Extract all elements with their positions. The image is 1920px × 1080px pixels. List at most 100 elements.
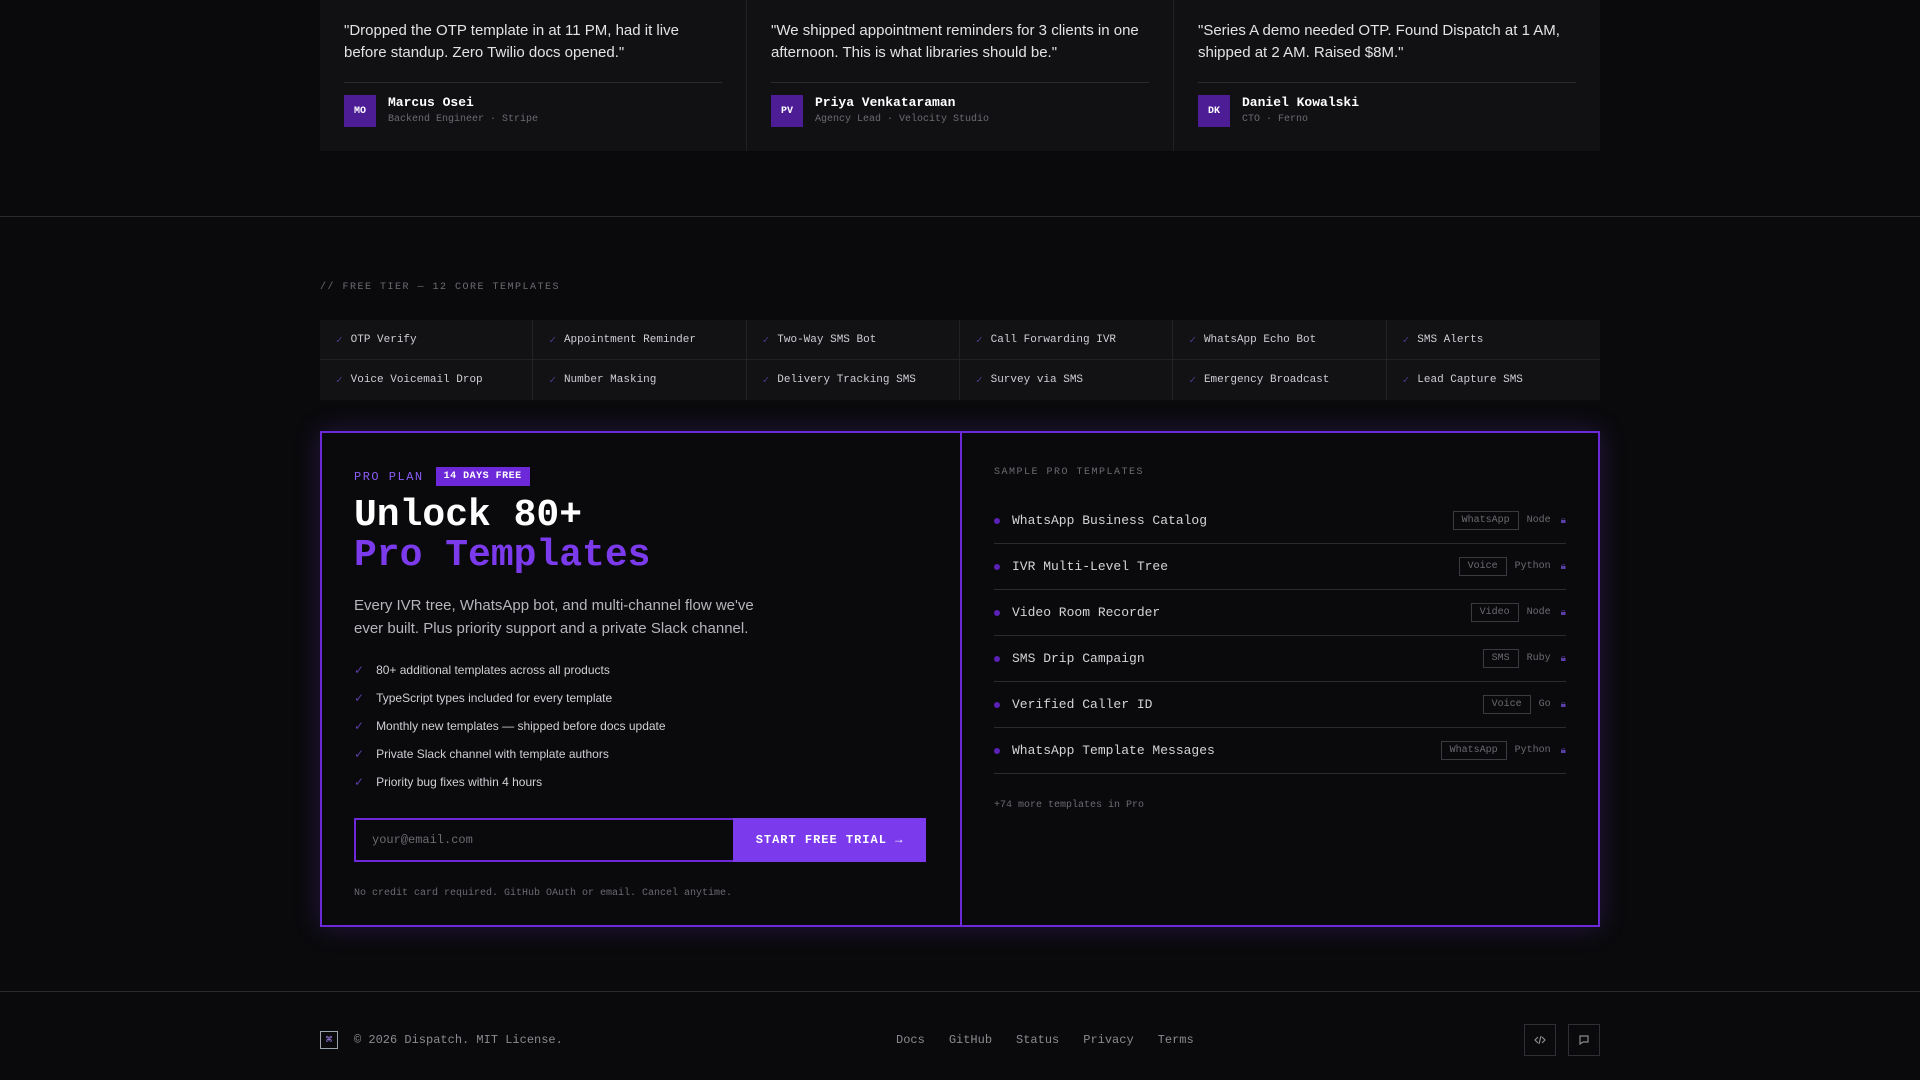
free-template-item[interactable]: ✓ Emergency Broadcast xyxy=(1173,360,1387,400)
free-template-item[interactable]: ✓ OTP Verify xyxy=(320,320,534,360)
headline-line-1: Unlock 80+ xyxy=(354,494,583,537)
free-tier-grid: ✓ OTP Verify ✓ Appointment Reminder ✓ Two-W… xyxy=(320,320,1600,400)
check-icon: ✓ xyxy=(975,375,983,387)
free-template-item[interactable]: ✓ SMS Alerts xyxy=(1386,320,1600,360)
template-name: Video Room Recorder xyxy=(1012,605,1161,620)
feature-item: ✓ TypeScript types included for every tem… xyxy=(354,684,928,712)
free-template-item[interactable]: ✓ Lead Capture SMS xyxy=(1387,360,1600,400)
bullet-icon xyxy=(994,517,1000,524)
footer-link-status[interactable]: Status xyxy=(1016,1033,1059,1047)
lock-icon: 🔒︎ xyxy=(1560,653,1566,665)
feature-label: Monthly new templates — shipped before d… xyxy=(376,719,666,733)
language-label: Node xyxy=(1526,607,1551,618)
check-icon: ✓ xyxy=(354,747,365,761)
footer-link-privacy[interactable]: Privacy xyxy=(1083,1033,1133,1047)
pro-headline: Unlock 80+ Pro Templates xyxy=(354,496,928,576)
check-icon: ✓ xyxy=(1402,375,1410,387)
bullet-icon xyxy=(994,563,1000,570)
footer-nav: Docs GitHub Status Privacy Terms xyxy=(896,1033,1194,1047)
pro-description: Every IVR tree, WhatsApp bot, and multi-… xyxy=(354,597,754,637)
code-icon[interactable] xyxy=(1524,1024,1556,1056)
check-icon: ✓ xyxy=(1189,375,1196,387)
sample-templates-label: SAMPLE PRO TEMPLATES xyxy=(994,467,1145,478)
check-icon: ✓ xyxy=(354,719,365,733)
free-template-item[interactable]: ✓ WhatsApp Echo Bot xyxy=(1173,320,1387,360)
footer-link-terms[interactable]: Terms xyxy=(1158,1033,1194,1047)
chat-icon[interactable] xyxy=(1568,1024,1600,1056)
author-role: Backend Engineer · Stripe xyxy=(388,114,539,125)
sample-template-row[interactable]: SMS Drip Campaign SMS Ruby 🔒︎ xyxy=(994,636,1566,682)
sample-template-row[interactable]: WhatsApp Business Catalog WhatsApp Node 🔒︎ xyxy=(994,498,1566,544)
free-template-item[interactable]: ✓ Two-Way SMS Bot xyxy=(746,320,960,360)
check-icon: ✓ xyxy=(354,691,365,705)
template-name: IVR Multi-Level Tree xyxy=(1012,559,1169,574)
check-icon: ✓ xyxy=(336,334,343,347)
divider xyxy=(344,82,722,83)
template-name: WhatsApp Template Messages xyxy=(1012,743,1215,758)
start-trial-button[interactable]: START FREE TRIAL → xyxy=(733,818,926,862)
language-label: Python xyxy=(1514,745,1551,756)
check-icon: ✓ xyxy=(354,663,365,677)
trial-badge: 14 DAYS FREE xyxy=(435,467,530,486)
free-template-item[interactable]: ✓ Call Forwarding IVR xyxy=(959,320,1174,360)
product-tag: SMS xyxy=(1482,649,1519,668)
testimonial-author: MO Marcus Osei Backend Engineer · Stripe xyxy=(344,95,722,127)
testimonial-quote: "We shipped appointment reminders for 3 … xyxy=(771,22,1139,61)
testimonial-card: "Series A demo needed OTP. Found Dispatc… xyxy=(1174,0,1600,151)
avatar: MO xyxy=(344,95,376,127)
free-template-item[interactable]: ✓ Voice Voicemail Drop xyxy=(320,360,534,400)
fine-print: No credit card required. GitHub OAuth or… xyxy=(354,888,733,899)
footer-link-github[interactable]: GitHub xyxy=(949,1033,992,1047)
template-label: Delivery Tracking SMS xyxy=(777,374,916,386)
template-label: OTP Verify xyxy=(350,333,417,346)
author-name: Marcus Osei xyxy=(388,95,474,110)
section-divider xyxy=(0,216,1920,217)
product-tag: WhatsApp xyxy=(1452,511,1519,530)
copyright: © 2026 Dispatch. MIT License. xyxy=(354,1033,563,1047)
testimonial-card: "Dropped the OTP template in at 11 PM, h… xyxy=(320,0,747,151)
template-label: Voice Voicemail Drop xyxy=(350,374,483,386)
feature-item: ✓ 80+ additional templates across all pro… xyxy=(354,656,928,684)
lock-icon: 🔒︎ xyxy=(1560,607,1566,619)
template-label: Number Masking xyxy=(563,374,657,386)
dispatch-logo-icon[interactable]: ⌘ xyxy=(320,1031,338,1049)
product-tag: WhatsApp xyxy=(1440,741,1507,760)
check-icon: ✓ xyxy=(336,375,343,387)
template-label: Survey via SMS xyxy=(990,374,1084,386)
bullet-icon xyxy=(994,609,1000,616)
check-icon: ✓ xyxy=(762,375,770,387)
feature-label: 80+ additional templates across all prod… xyxy=(376,663,610,677)
product-tag: Voice xyxy=(1458,557,1507,576)
avatar: PV xyxy=(771,95,803,127)
template-label: WhatsApp Echo Bot xyxy=(1203,333,1317,346)
footer-link-docs[interactable]: Docs xyxy=(896,1033,925,1047)
template-label: Lead Capture SMS xyxy=(1417,374,1523,386)
footer-social-icons xyxy=(1524,1024,1600,1056)
headline-line-2: Pro Templates xyxy=(354,534,651,577)
sample-template-row[interactable]: IVR Multi-Level Tree Voice Python 🔒︎ xyxy=(994,544,1566,590)
free-template-item[interactable]: ✓ Appointment Reminder xyxy=(533,320,747,360)
template-label: SMS Alerts xyxy=(1417,333,1484,346)
language-label: Python xyxy=(1514,561,1551,572)
free-template-item[interactable]: ✓ Survey via SMS xyxy=(960,360,1174,400)
bullet-icon xyxy=(994,655,1000,662)
trial-signup-form: START FREE TRIAL → xyxy=(354,818,926,862)
footer-divider xyxy=(0,991,1920,992)
language-label: Node xyxy=(1526,515,1551,526)
free-template-item[interactable]: ✓ Number Masking xyxy=(533,360,747,400)
template-label: Call Forwarding IVR xyxy=(990,333,1117,346)
check-icon: ✓ xyxy=(762,334,770,347)
feature-label: Private Slack channel with template auth… xyxy=(376,747,609,761)
check-icon: ✓ xyxy=(549,375,556,387)
sample-template-row[interactable]: Video Room Recorder Video Node 🔒︎ xyxy=(994,590,1566,636)
free-template-item[interactable]: ✓ Delivery Tracking SMS xyxy=(747,360,960,400)
sample-template-row[interactable]: WhatsApp Template Messages WhatsApp Python… xyxy=(994,728,1566,774)
pro-plan-panel: PRO PLAN 14 DAYS FREE Unlock 80+ Pro Tem… xyxy=(320,431,1600,927)
email-input[interactable] xyxy=(354,818,733,862)
product-tag: Video xyxy=(1470,603,1519,622)
product-tag: Voice xyxy=(1482,695,1531,714)
bullet-icon xyxy=(994,747,1000,754)
testimonial-author: PV Priya Venkataraman Agency Lead · Velo… xyxy=(771,95,1149,127)
pro-feature-list: ✓ 80+ additional templates across all pro… xyxy=(354,656,928,796)
sample-template-row[interactable]: Verified Caller ID Voice Go 🔒︎ xyxy=(994,682,1566,728)
